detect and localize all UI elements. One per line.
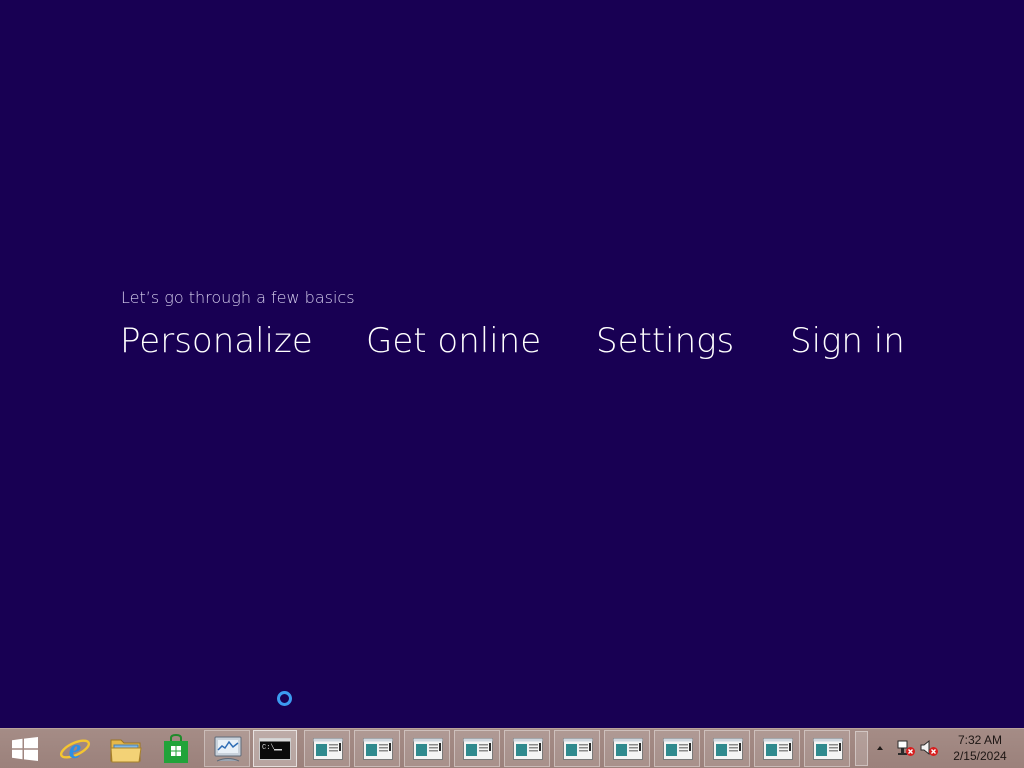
taskbar-window-button[interactable] — [554, 730, 600, 767]
clock[interactable]: 7:32 AM 2/15/2024 — [944, 732, 1016, 764]
application-window-icon — [513, 738, 543, 760]
store-bag-icon — [164, 734, 188, 763]
windows-logo-icon — [12, 737, 38, 761]
taskbar-window-button[interactable] — [404, 730, 450, 767]
setup-step-sign-in: Sign in — [790, 321, 905, 361]
application-window-icon — [463, 738, 493, 760]
taskbar-window-button[interactable] — [654, 730, 700, 767]
command-prompt-icon: C:\ — [259, 738, 291, 760]
volume-muted-icon[interactable] — [919, 739, 939, 757]
svg-text:e: e — [69, 734, 81, 765]
command-prompt-text: C:\ — [262, 744, 275, 752]
taskbar-window-button[interactable] — [704, 730, 750, 767]
loading-spinner-icon — [277, 691, 292, 706]
network-disconnected-icon[interactable] — [896, 739, 916, 757]
store-button[interactable] — [151, 730, 199, 767]
application-window-icon — [613, 738, 643, 760]
taskbar-window-button[interactable] — [354, 730, 400, 767]
taskbar-window-button[interactable] — [454, 730, 500, 767]
setup-step-personalize: Personalize — [120, 321, 313, 361]
application-window-icon — [563, 738, 593, 760]
command-prompt-button[interactable]: C:\ — [253, 730, 297, 767]
application-window-icon — [363, 738, 393, 760]
folder-icon — [110, 739, 142, 763]
setup-step-settings: Settings — [596, 321, 735, 361]
taskbar-window-button[interactable] — [504, 730, 550, 767]
taskbar-window-button[interactable] — [754, 730, 800, 767]
taskbar-window-button[interactable] — [804, 730, 850, 767]
taskbar-window-button[interactable] — [304, 730, 350, 767]
setup-screen: Let’s go through a few basics Personaliz… — [0, 0, 1024, 728]
setup-step-get-online: Get online — [366, 321, 542, 361]
performance-monitor-button[interactable] — [204, 730, 250, 767]
setup-subtitle: Let’s go through a few basics — [121, 288, 355, 307]
file-explorer-button[interactable] — [101, 730, 149, 767]
performance-monitor-icon — [214, 736, 242, 762]
application-window-icon — [313, 738, 343, 760]
application-window-icon — [663, 738, 693, 760]
start-button[interactable] — [0, 730, 50, 767]
application-window-icon — [813, 738, 843, 760]
caret-up-icon[interactable] — [873, 741, 887, 755]
taskbar-scroll-handle[interactable] — [855, 731, 868, 766]
internet-explorer-button[interactable]: e — [51, 730, 99, 767]
application-window-icon — [713, 738, 743, 760]
clock-time: 7:32 AM — [957, 733, 1003, 747]
internet-explorer-icon: e — [59, 734, 91, 765]
application-window-icon — [763, 738, 793, 760]
clock-date: 2/15/2024 — [953, 749, 1007, 763]
taskbar: e C:\ 7:32 AM 2/15/2024 — [0, 728, 1024, 768]
taskbar-window-button[interactable] — [604, 730, 650, 767]
application-window-icon — [413, 738, 443, 760]
